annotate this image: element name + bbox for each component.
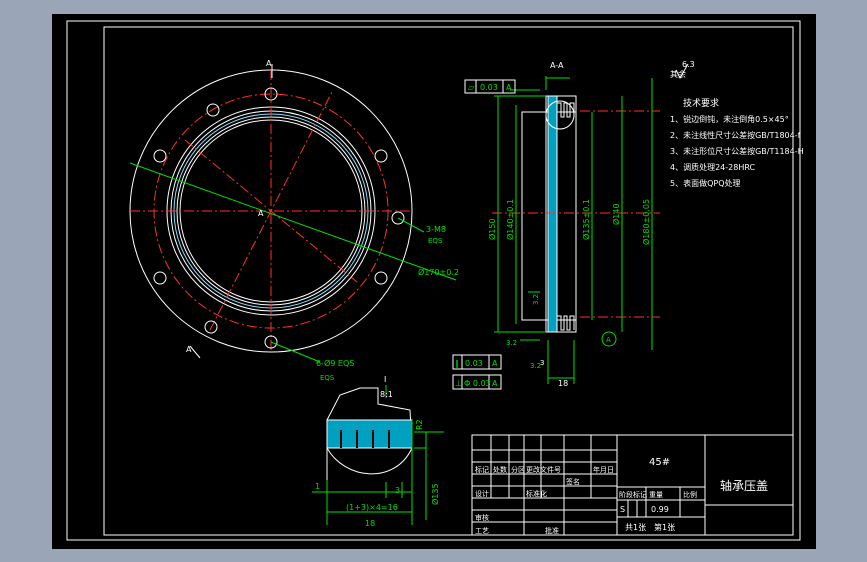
clear-holes-label: 6-Ø9 EQS	[316, 358, 354, 368]
sheet-number: 第1张	[654, 522, 675, 532]
dim-d150: Ø150	[487, 218, 497, 240]
stage-value: S	[620, 505, 625, 514]
tapped-hole-label: 3-M8	[426, 225, 446, 234]
row-design: 设计	[475, 489, 489, 498]
drawing-canvas: A A A 3-M8 EQS Ø170±0.2 6-Ø9 EQS EQS A-A…	[0, 0, 867, 562]
roughness-a: 3.2	[532, 294, 540, 305]
header-date: 年月日	[593, 465, 614, 474]
dim-small: 3	[540, 359, 544, 367]
roughness-b: 3.2	[506, 339, 517, 347]
header-signature: 签名	[566, 477, 580, 486]
view-arrow-bottom: A	[186, 345, 192, 354]
dim-width: 18	[558, 379, 568, 388]
detail-scale: 8:1	[380, 390, 393, 399]
detail-dim-dia: Ø135	[430, 483, 440, 505]
parallel-datum: A	[492, 359, 498, 368]
detail-id: I	[384, 375, 386, 384]
view-arrow-top: A	[266, 59, 272, 68]
weight-value: 0.99	[651, 505, 669, 514]
dim-d140-01: Ø140±0.1	[505, 199, 515, 240]
row-process: 工艺	[475, 527, 489, 535]
header-change-doc: 更改文件号	[526, 465, 561, 474]
dim-d180: Ø180±0.05	[641, 199, 651, 245]
header-count: 处数	[493, 465, 507, 474]
flatness-value: 0.03	[480, 83, 498, 92]
parallel-value: 0.03	[465, 359, 483, 368]
parallel-symbol: ∥	[455, 359, 459, 368]
bolt-circle-dimension: Ø170±0.2	[418, 267, 459, 277]
note-1: 1、锐边倒钝，未注倒角0.5×45°	[670, 114, 789, 124]
perpendicular-datum: A	[492, 379, 498, 388]
note-2: 2、未注线性尺寸公差按GB/T1804-f	[670, 130, 801, 140]
detail-dim-3: 3	[395, 486, 400, 495]
stage-label: 阶段标记	[619, 490, 647, 499]
header-mark: 标记	[475, 465, 489, 474]
flatness-symbol: ⏥	[468, 83, 475, 92]
dim-d135: Ø135±0.1	[581, 199, 591, 240]
scale-label: 比例	[683, 490, 697, 499]
datum-a: A	[606, 336, 611, 344]
detail-r2: R2	[415, 419, 424, 430]
roughness-main: 6.3	[682, 60, 695, 69]
flatness-datum: A	[506, 83, 512, 92]
perpendicular-symbol: ⊥	[455, 379, 462, 388]
detail-dim-sum: (1+3)×4=16	[346, 503, 398, 512]
note-4: 4、调质处理24-28HRC	[670, 162, 756, 172]
row-standardization: 标准化	[526, 489, 547, 498]
clear-holes-eqs: EQS	[320, 374, 335, 382]
drawing-sheet	[52, 14, 816, 549]
detail-dim-1: 1	[315, 482, 320, 491]
detail-dim-18: 18	[365, 519, 375, 528]
perpendicular-value: Φ 0.03	[464, 379, 491, 388]
note-5: 5、表面做QPQ处理	[670, 178, 741, 188]
weight-label: 重量	[649, 491, 663, 499]
row-review: 审核	[475, 513, 489, 522]
notes-title: 技术要求	[683, 97, 719, 109]
dim-d140: Ø140	[611, 203, 621, 225]
row-approve: 批准	[545, 526, 559, 535]
section-label: A-A	[550, 61, 564, 70]
header-zone: 分区	[511, 465, 525, 474]
material-label: 45#	[649, 457, 670, 468]
sheets-total: 共1张	[625, 523, 646, 532]
tapped-hole-eqs: EQS	[428, 237, 443, 245]
center-label: A	[258, 209, 264, 218]
part-name: 轴承压盖	[720, 478, 768, 493]
note-3: 3、未注形位尺寸公差按GB/T1184-H	[670, 146, 804, 156]
